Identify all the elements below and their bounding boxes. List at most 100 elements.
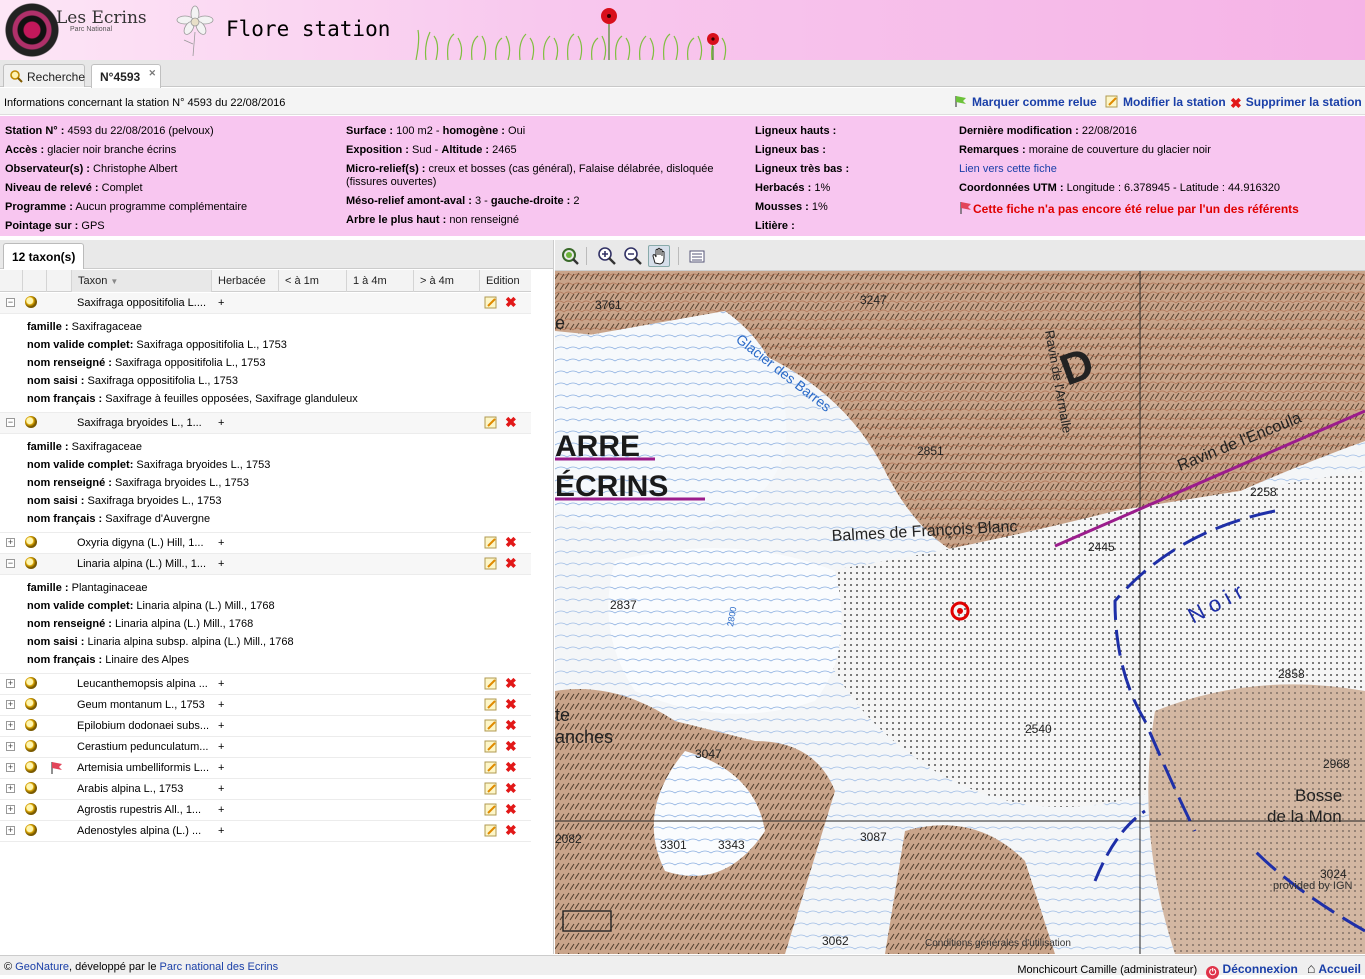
station-details: Station N° : 4593 du 22/08/2016 (pelvoux…	[0, 116, 1365, 236]
taxon-row[interactable]: − Saxifraga oppositifolia L.... + ✖	[0, 293, 531, 314]
taxon-row[interactable]: + Leucanthemopsis alpina ... + ✖	[0, 674, 531, 695]
herbacee-value: +	[218, 678, 225, 690]
delete-icon[interactable]: ✖	[505, 781, 517, 795]
ecrins-logo[interactable]	[4, 2, 60, 58]
delete-icon[interactable]: ✖	[505, 760, 517, 774]
edit-icon[interactable]	[484, 416, 498, 430]
expand-icon[interactable]: +	[6, 721, 15, 730]
map-label: 3761	[595, 298, 622, 312]
delete-icon[interactable]: ✖	[505, 415, 517, 429]
logo-subtitle: Parc National	[70, 26, 113, 33]
delete-icon[interactable]: ✖	[505, 823, 517, 837]
col-1-4m[interactable]: 1 à 4m	[346, 270, 413, 292]
edit-icon[interactable]	[484, 677, 498, 691]
pan-tool-button[interactable]	[648, 245, 670, 267]
current-user: Monchicourt Camille (administrateur)	[1017, 964, 1198, 976]
taxon-row[interactable]: + Cerastium pedunculatum... + ✖	[0, 737, 531, 758]
map-label: 2540	[1025, 722, 1052, 736]
taxon-detail-saisi: nom saisi : Saxifraga bryoides L., 1753	[27, 495, 222, 507]
close-tab-icon[interactable]: ✕	[148, 68, 156, 79]
edit-icon[interactable]	[484, 296, 498, 310]
edit-icon[interactable]	[484, 803, 498, 817]
edit-icon[interactable]	[484, 740, 498, 754]
sort-desc-icon: ▼	[110, 277, 119, 286]
collapse-icon[interactable]: −	[6, 559, 15, 568]
mark-as-read-label: Marquer comme relue	[972, 95, 1097, 109]
taxon-row[interactable]: − Saxifraga bryoides L., 1... + ✖	[0, 413, 531, 434]
col-moins-1m[interactable]: < à 1m	[278, 270, 346, 292]
expand-icon[interactable]: +	[6, 784, 15, 793]
zoom-in-icon[interactable]	[596, 245, 618, 267]
expand-icon[interactable]: +	[6, 679, 15, 688]
taxon-detail-renseigne: nom renseigné : Linaria alpina (L.) Mill…	[27, 618, 254, 630]
map-label: 3087	[860, 830, 887, 844]
col-plus-4m[interactable]: > à 4m	[413, 270, 479, 292]
zoom-extent-icon[interactable]	[559, 245, 581, 267]
expand-icon[interactable]: +	[6, 700, 15, 709]
expand-icon[interactable]: +	[6, 826, 15, 835]
expand-icon[interactable]: +	[6, 538, 15, 547]
col-herbacee[interactable]: Herbacée	[211, 270, 278, 292]
tab-station[interactable]: N°4593 ✕	[91, 64, 161, 88]
herbacee-value: +	[218, 417, 225, 429]
taxon-row[interactable]: − Linaria alpina (L.) Mill., 1... + ✖	[0, 554, 531, 575]
edit-icon[interactable]	[484, 536, 498, 550]
expand-icon[interactable]: +	[6, 763, 15, 772]
edit-icon[interactable]	[484, 719, 498, 733]
edit-station-button[interactable]: Modifier la station	[1105, 95, 1226, 109]
collapse-icon[interactable]: −	[6, 418, 15, 427]
delete-icon[interactable]: ✖	[505, 697, 517, 711]
app-header: Les Ecrins Parc National Flore station	[0, 0, 1365, 60]
taxon-row[interactable]: + Epilobium dodonaei subs... + ✖	[0, 716, 531, 737]
edit-icon[interactable]	[484, 698, 498, 712]
layers-list-icon[interactable]	[686, 245, 708, 267]
expand-icon[interactable]: +	[6, 742, 15, 751]
tab-taxons[interactable]: 12 taxon(s)	[3, 243, 85, 269]
taxon-row[interactable]: + Agrostis rupestris All., 1... + ✖	[0, 800, 531, 821]
detail-meso-relief: Méso-relief amont-aval : 3 - gauche-droi…	[346, 195, 580, 207]
taxon-name: Saxifraga bryoides L., 1...	[77, 417, 202, 429]
taxon-row[interactable]: + Geum montanum L., 1753 + ✖	[0, 695, 531, 716]
taxon-row[interactable]: + Adenostyles alpina (L.) ... + ✖	[0, 821, 531, 842]
herbacee-value: +	[218, 537, 225, 549]
taxon-detail-famille: famille : Saxifragaceae	[27, 441, 142, 453]
taxon-row[interactable]: + Arabis alpina L., 1753 + ✖	[0, 779, 531, 800]
zoom-out-icon[interactable]	[622, 245, 644, 267]
edit-icon[interactable]	[484, 824, 498, 838]
col-flag	[46, 270, 71, 292]
col-taxon[interactable]: Taxon ▼	[71, 270, 211, 292]
delete-icon[interactable]: ✖	[505, 676, 517, 690]
taxon-detail-francais: nom français : Linaire des Alpes	[27, 654, 190, 666]
collapse-icon[interactable]: −	[6, 298, 15, 307]
delete-icon[interactable]: ✖	[505, 295, 517, 309]
col-edition[interactable]: Edition	[479, 270, 531, 292]
taxon-status-icon	[25, 677, 37, 689]
edit-icon[interactable]	[484, 761, 498, 775]
edit-icon[interactable]	[484, 782, 498, 796]
expand-icon[interactable]: +	[6, 805, 15, 814]
delete-icon[interactable]: ✖	[505, 802, 517, 816]
geonature-link[interactable]: GeoNature	[15, 961, 69, 973]
delete-icon[interactable]: ✖	[505, 535, 517, 549]
herbacee-value: +	[218, 720, 225, 732]
topographic-map[interactable]: 3761 3247 Glacier des Barres e ARRE ÉCRI…	[555, 271, 1365, 954]
fiche-link[interactable]: Lien vers cette fiche	[959, 163, 1057, 175]
mark-as-read-button[interactable]: Marquer comme relue	[954, 95, 1097, 109]
map-label: 2082	[555, 832, 582, 846]
delete-station-button[interactable]: ✖ Supprimer la station	[1230, 95, 1362, 110]
edit-icon[interactable]	[484, 557, 498, 571]
tab-recherche[interactable]: Recherche	[3, 64, 85, 87]
taxon-grid-panel: 12 taxon(s) Taxon ▼ Herbacée < à 1m 1 à …	[0, 240, 554, 954]
delete-icon[interactable]: ✖	[505, 556, 517, 570]
map-provider: provided by IGN	[1273, 880, 1353, 892]
pne-link[interactable]: Parc national des Ecrins	[160, 961, 279, 973]
delete-icon[interactable]: ✖	[505, 739, 517, 753]
home-button[interactable]: ⌂ Accueil	[1307, 960, 1361, 976]
hand-icon	[652, 247, 665, 265]
taxon-row[interactable]: + Artemisia umbelliformis L... + ✖	[0, 758, 531, 779]
map-panel: 3761 3247 Glacier des Barres e ARRE ÉCRI…	[555, 240, 1365, 954]
delete-icon[interactable]: ✖	[505, 718, 517, 732]
taxon-row[interactable]: + Oxyria digyna (L.) Hill, 1... + ✖	[0, 533, 531, 554]
map-label: e	[555, 313, 565, 333]
logout-button[interactable]: ⏻ Déconnexion	[1206, 962, 1298, 979]
